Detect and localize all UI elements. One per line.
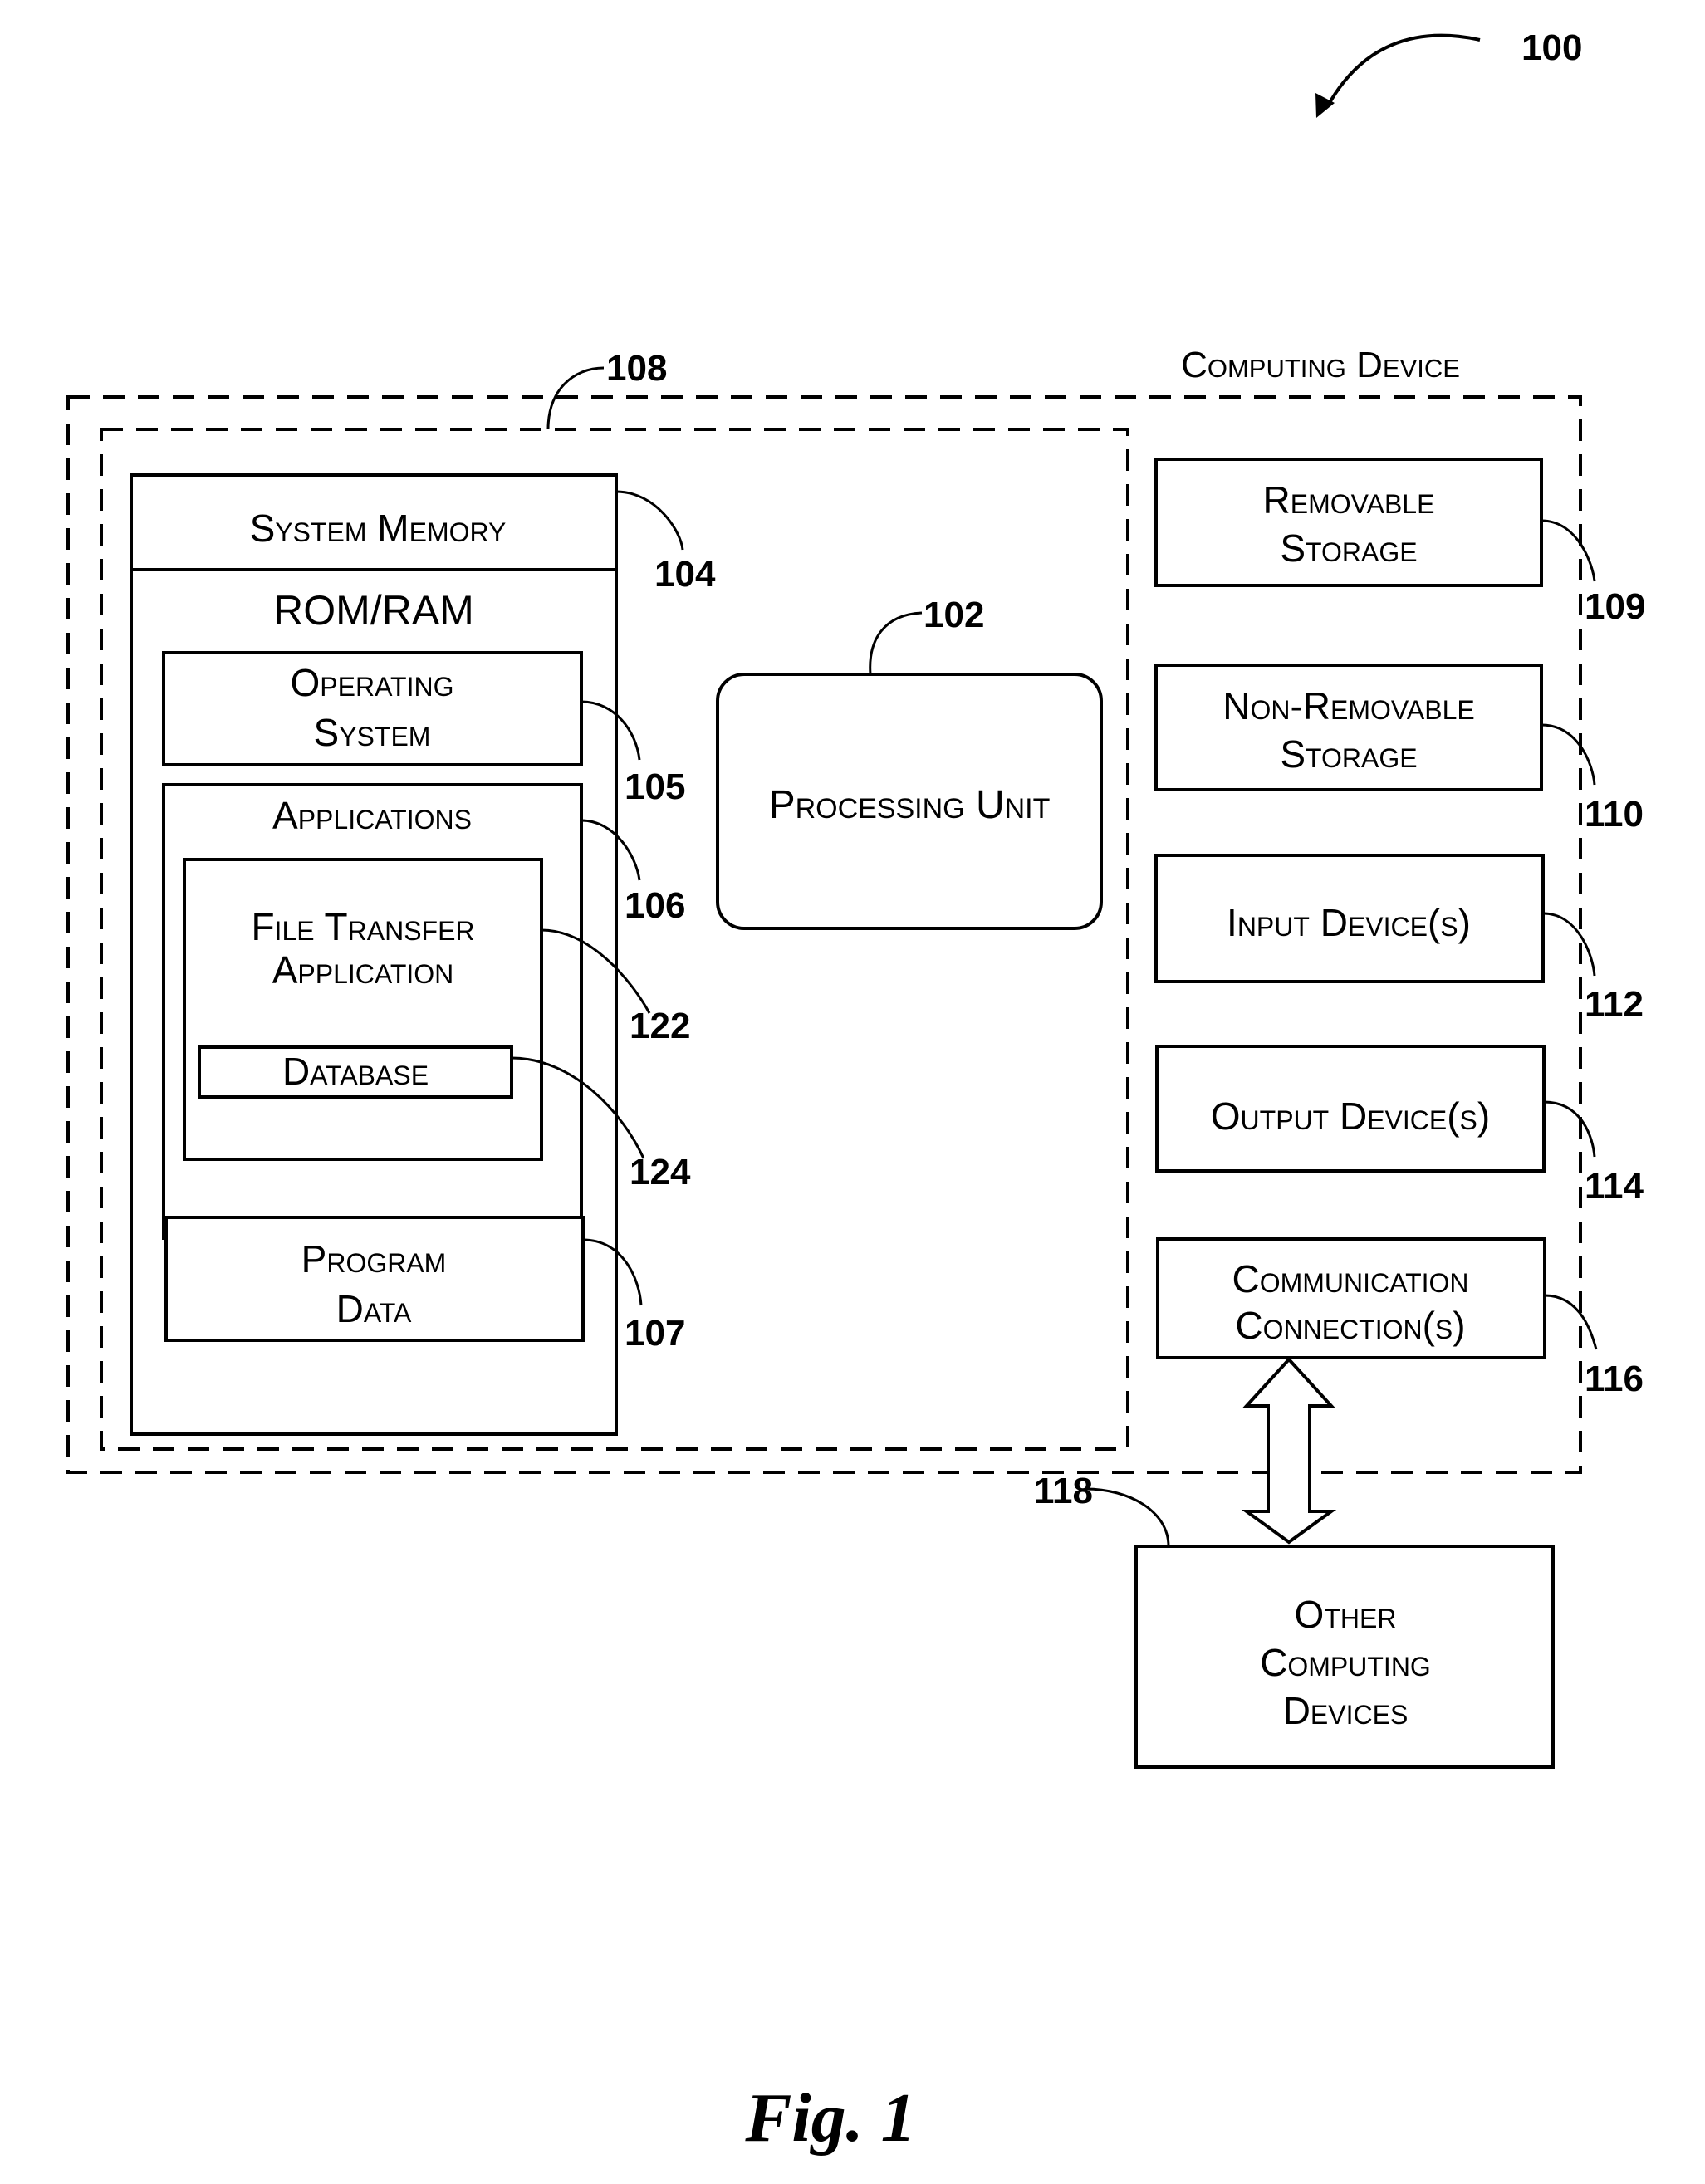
- peripheral-list: Removable Storage 109 Non-Removable Stor…: [1154, 458, 1645, 1399]
- ref-112: 112: [1585, 984, 1644, 1025]
- file-transfer-line2: Application: [272, 948, 454, 992]
- database-label: Database: [282, 1050, 429, 1093]
- ref-107: 107: [625, 1313, 685, 1354]
- removable-storage: Removable Storage 109: [1154, 458, 1645, 627]
- system-memory: System Memory ROM/RAM 104 Operating Syst…: [130, 473, 716, 1436]
- program-data-line2: Data: [336, 1287, 412, 1330]
- ref-118: 118: [1034, 1471, 1093, 1511]
- ref-122: 122: [630, 1006, 690, 1046]
- figure-reference-arrow: [1329, 33, 1481, 103]
- non-removable-storage-line2: Storage: [1280, 732, 1417, 776]
- communication-connections-line2: Connection(s): [1235, 1304, 1465, 1347]
- figure-caption: Fig. 1: [744, 2079, 915, 2157]
- ref-108: 108: [606, 348, 667, 389]
- operating-system-line1: Operating: [291, 661, 454, 704]
- input-devices-label: Input Device(s): [1227, 901, 1471, 944]
- ref-124: 124: [630, 1152, 691, 1192]
- system-memory-title: System Memory: [250, 507, 507, 550]
- figure-reference: 100: [1315, 27, 1582, 118]
- processing-unit: Processing Unit 102: [716, 595, 1103, 930]
- ref-105: 105: [625, 766, 685, 807]
- removable-storage-line2: Storage: [1280, 526, 1417, 570]
- computing-device-diagram: 100 Computing Device 108 System Memory R…: [66, 27, 1645, 2157]
- ref-116: 116: [1585, 1359, 1644, 1399]
- other-devices-line3: Devices: [1283, 1689, 1409, 1732]
- removable-storage-line1: Removable: [1263, 478, 1435, 522]
- other-devices-line2: Computing: [1260, 1641, 1431, 1684]
- applications-title: Applications: [272, 794, 472, 837]
- non-removable-storage: Non-Removable Storage 110: [1154, 664, 1644, 835]
- file-transfer-line1: File Transfer: [251, 905, 474, 948]
- figure-reference-number: 100: [1521, 27, 1582, 68]
- ref-102: 102: [924, 595, 984, 635]
- bidirectional-arrow-icon: [1241, 1357, 1337, 1545]
- leader-104: [615, 490, 684, 551]
- non-removable-storage-line1: Non-Removable: [1222, 684, 1474, 727]
- other-devices-line1: Other: [1295, 1593, 1397, 1636]
- program-data-line1: Program: [301, 1237, 447, 1281]
- leader-114: [1543, 1100, 1596, 1158]
- communication-connections-line1: Communication: [1232, 1257, 1468, 1300]
- output-devices: Output Device(s) 114: [1155, 1045, 1644, 1207]
- input-devices: Input Device(s) 112: [1154, 854, 1644, 1025]
- operating-system-line2: System: [314, 711, 431, 754]
- communication-connections: Communication Connection(s) 116: [1156, 1237, 1644, 1399]
- output-devices-label: Output Device(s): [1211, 1094, 1490, 1138]
- ref-104: 104: [654, 554, 716, 595]
- ref-106: 106: [625, 885, 685, 926]
- ref-110: 110: [1585, 794, 1644, 835]
- ref-109: 109: [1585, 586, 1645, 627]
- leader-109: [1541, 519, 1596, 582]
- processing-unit-label: Processing Unit: [769, 783, 1051, 827]
- rom-ram-label: ROM/RAM: [273, 587, 474, 634]
- ref-114: 114: [1585, 1166, 1644, 1207]
- leader-110: [1541, 723, 1596, 786]
- leader-118: [1085, 1487, 1170, 1547]
- computing-device-title: Computing Device: [1181, 345, 1460, 385]
- leader-102: [869, 611, 923, 675]
- leader-116: [1544, 1294, 1598, 1350]
- leader-112: [1542, 912, 1596, 977]
